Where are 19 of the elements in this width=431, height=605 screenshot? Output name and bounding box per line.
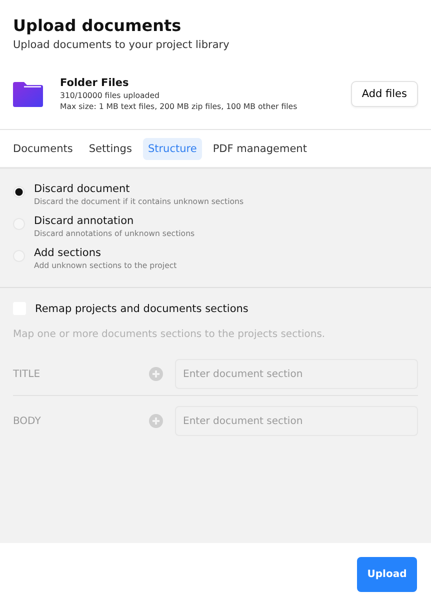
option-label: Discard document xyxy=(34,183,131,195)
tab[interactable]: Settings xyxy=(84,138,137,160)
remap-hint: Map one or more documents sections to the projects sections. xyxy=(13,329,326,340)
dialog-subtitle: Upload documents to your project library xyxy=(13,39,230,51)
option-label: Add sections xyxy=(34,247,102,259)
add-icon[interactable] xyxy=(149,367,163,381)
tab[interactable]: Documents xyxy=(8,138,78,160)
remap-label: Remap projects and documents sections xyxy=(35,302,248,314)
add-icon[interactable] xyxy=(149,414,163,428)
section-label: TITLE xyxy=(13,368,42,380)
folder-icon xyxy=(13,82,43,106)
tab[interactable]: PDF management xyxy=(208,138,312,160)
radio-button[interactable] xyxy=(13,186,25,198)
add-files-button[interactable]: Add files xyxy=(350,81,418,107)
folder-name: Folder Files xyxy=(60,77,130,89)
dialog-title: Upload documents xyxy=(13,16,182,35)
upload-button[interactable]: Upload xyxy=(357,556,417,592)
section-label: BODY xyxy=(13,416,42,426)
option-label: Discard annotation xyxy=(34,215,135,227)
